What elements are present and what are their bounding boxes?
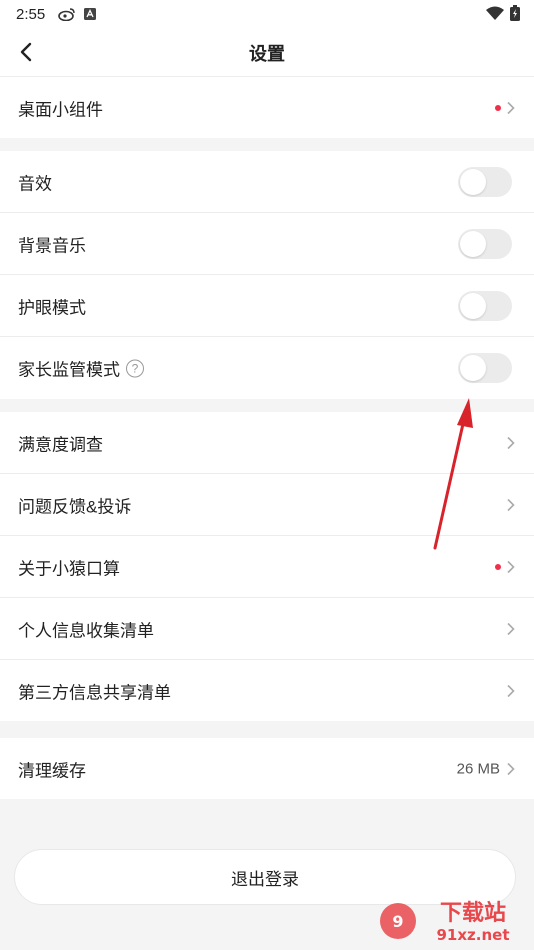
status-icons-right — [486, 5, 520, 21]
watermark-logo: 9 下载站 91xz.net — [380, 900, 510, 944]
status-icons-left — [58, 7, 96, 21]
third-party-label: 第三方信息共享清单 — [18, 683, 171, 702]
parental-control-label-wrap: 家长监管模式 ? — [18, 356, 144, 381]
about-label: 关于小猿口算 — [18, 559, 120, 578]
new-badge-dot — [495, 563, 501, 570]
feedback-row[interactable]: 问题反馈&投诉 — [0, 474, 534, 536]
watermark-url-text: 91xz.net — [436, 926, 509, 944]
sound-effect-label: 音效 — [18, 174, 52, 193]
parental-control-toggle[interactable] — [458, 353, 512, 383]
toggle-knob — [460, 355, 486, 381]
watermark-logo-text: 下载站 — [440, 900, 506, 926]
toggle-knob — [460, 230, 486, 257]
third-party-row[interactable]: 第三方信息共享清单 — [0, 660, 534, 721]
nav-bar: 设置 — [0, 28, 534, 77]
weibo-icon — [58, 8, 75, 21]
toggle-knob — [460, 292, 486, 319]
status-time: 2:55 — [16, 6, 46, 23]
eye-care-label: 护眼模式 — [18, 298, 86, 317]
clear-cache-row[interactable]: 清理缓存 26 MB — [0, 738, 534, 799]
eye-care-row: 护眼模式 — [0, 275, 534, 337]
chevron-right-icon — [507, 762, 515, 775]
personal-info-row[interactable]: 个人信息收集清单 — [0, 598, 534, 660]
sound-effect-toggle[interactable] — [458, 166, 512, 197]
feedback-label: 问题反馈&投诉 — [18, 497, 132, 516]
desktop-widget-label: 桌面小组件 — [18, 100, 103, 119]
background-music-label: 背景音乐 — [18, 236, 86, 255]
new-badge-dot — [495, 104, 501, 111]
toggle-knob — [460, 168, 486, 195]
battery-icon — [510, 5, 520, 21]
svg-text:9: 9 — [392, 912, 403, 931]
clear-cache-label: 清理缓存 — [18, 761, 86, 780]
menu-group: 满意度调查 问题反馈&投诉 关于小猿口算 个人信息收集清单 第三方信息共享清单 — [0, 412, 534, 721]
chevron-right-icon — [507, 498, 515, 511]
cache-size-value: 26 MB — [456, 760, 500, 777]
chevron-right-icon — [507, 436, 515, 449]
eye-care-toggle[interactable] — [458, 290, 512, 321]
cache-group: 清理缓存 26 MB — [0, 738, 534, 799]
background-music-toggle[interactable] — [458, 228, 512, 259]
about-row[interactable]: 关于小猿口算 — [0, 536, 534, 598]
help-icon[interactable]: ? — [126, 359, 144, 377]
desktop-widget-row[interactable]: 桌面小组件 — [0, 77, 534, 138]
widget-group: 桌面小组件 — [0, 77, 534, 138]
survey-row[interactable]: 满意度调查 — [0, 412, 534, 474]
chevron-right-icon — [507, 560, 515, 573]
chevron-right-icon — [507, 101, 515, 114]
personal-info-label: 个人信息收集清单 — [18, 621, 154, 640]
status-bar: 2:55 — [0, 0, 534, 28]
chevron-right-icon — [507, 684, 515, 697]
app-notification-icon — [84, 8, 96, 20]
sound-effect-row: 音效 — [0, 151, 534, 213]
wifi-icon — [486, 6, 504, 20]
chevron-right-icon — [507, 622, 515, 635]
parental-control-label: 家长监管模式 — [18, 360, 120, 380]
page-title: 设置 — [249, 44, 285, 64]
survey-label: 满意度调查 — [18, 435, 103, 454]
background-music-row: 背景音乐 — [0, 213, 534, 275]
parental-control-row: 家长监管模式 ? — [0, 337, 534, 399]
toggle-group: 音效 背景音乐 护眼模式 家长监管模式 ? — [0, 151, 534, 399]
